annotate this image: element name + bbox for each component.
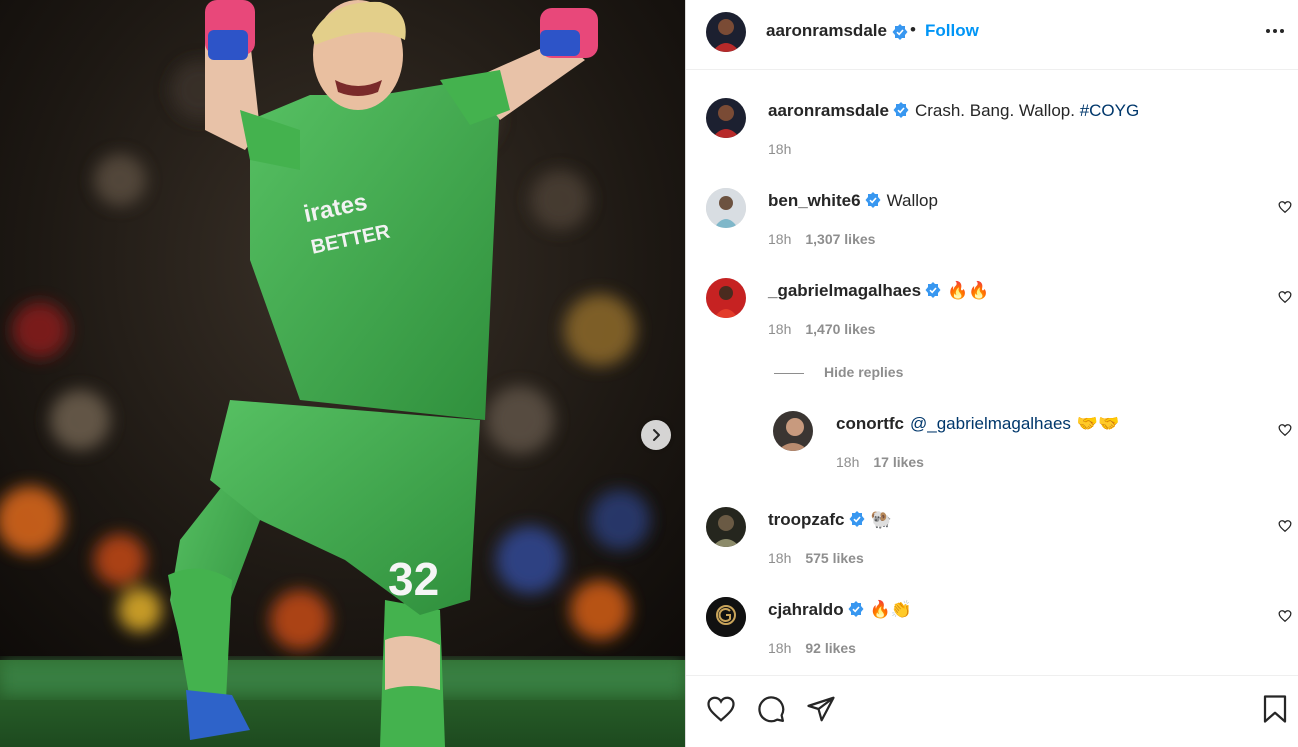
commenter-avatar[interactable]	[706, 188, 746, 228]
verified-badge-icon	[848, 601, 864, 617]
comments-list[interactable]: aaronramsdale Crash. Bang. Wallop. #COYG …	[686, 70, 1298, 675]
comment-likes[interactable]: 575 likes	[805, 550, 863, 566]
like-comment-button[interactable]	[1278, 200, 1292, 219]
replies-line	[774, 372, 804, 374]
like-comment-button[interactable]	[1278, 609, 1292, 628]
comment-text: 🐏	[870, 510, 892, 529]
like-post-button[interactable]	[706, 694, 736, 729]
comment-icon	[758, 696, 785, 723]
comment-username[interactable]: cjahraldo	[768, 600, 844, 619]
comment-text: 🔥🔥	[947, 281, 990, 300]
follow-button[interactable]: Follow	[925, 21, 979, 41]
comment-username[interactable]: ben_white6	[768, 191, 861, 210]
chevron-right-icon	[653, 429, 660, 441]
author-avatar[interactable]	[706, 98, 746, 138]
comment-likes[interactable]: 92 likes	[805, 640, 856, 656]
commenter-avatar[interactable]	[706, 278, 746, 318]
verified-badge-icon	[893, 102, 909, 118]
header-separator: •	[910, 20, 916, 39]
commenter-avatar[interactable]	[706, 597, 746, 637]
like-reply-button[interactable]	[1278, 423, 1292, 442]
post-header: aaronramsdale • Follow	[686, 0, 1298, 70]
share-icon	[807, 696, 835, 722]
comment-likes[interactable]: 1,470 likes	[805, 321, 875, 337]
share-button[interactable]	[806, 694, 836, 729]
comment-username[interactable]: troopzafc	[768, 510, 845, 529]
author-username[interactable]: aaronramsdale	[766, 21, 887, 41]
heart-icon	[1278, 201, 1292, 214]
goalkeeper-celebration-image: irates BETTER 32	[0, 0, 685, 747]
post-side-panel: aaronramsdale • Follow aaronramsdale Cras…	[686, 0, 1298, 747]
commenter-avatar[interactable]	[706, 507, 746, 547]
save-button[interactable]	[1262, 694, 1288, 729]
reply-username[interactable]: conortfc	[836, 414, 904, 433]
comment-meta: 18h 92 likes	[768, 640, 856, 656]
verified-badge-icon	[925, 282, 941, 298]
bookmark-icon	[1263, 695, 1287, 723]
verified-badge-icon	[865, 192, 881, 208]
reply-meta: 18h 17 likes	[836, 454, 924, 470]
comment-username[interactable]: _gabrielmagalhaes	[768, 281, 921, 300]
verified-badge-icon	[849, 511, 864, 527]
post-photo[interactable]: irates BETTER 32	[0, 0, 685, 747]
reply-likes[interactable]: 17 likes	[873, 454, 924, 470]
comment-meta: 18h 1,470 likes	[768, 321, 876, 337]
author-avatar[interactable]	[706, 12, 746, 52]
heart-icon	[1278, 424, 1292, 437]
like-comment-button[interactable]	[1278, 519, 1292, 538]
comment-meta: 18h 575 likes	[768, 550, 864, 566]
reply-text: 🤝🤝	[1076, 414, 1120, 433]
more-options-icon	[1266, 29, 1284, 33]
jersey-number: 32	[388, 553, 439, 605]
comment-text: Wallop	[886, 191, 938, 210]
comment-meta: 18h 1,307 likes	[768, 231, 876, 247]
caption-username[interactable]: aaronramsdale	[768, 101, 889, 120]
caption-hashtag[interactable]: #COYG	[1080, 101, 1140, 120]
post-actions-bar	[686, 675, 1298, 747]
next-photo-button[interactable]	[641, 420, 671, 450]
replier-avatar[interactable]	[773, 411, 813, 451]
heart-icon	[1278, 520, 1292, 533]
comment-button[interactable]	[756, 694, 786, 729]
comment-text: 🔥👏	[869, 600, 912, 619]
reply-mention[interactable]: @_gabrielmagalhaes	[910, 414, 1071, 433]
caption-time: 18h	[768, 141, 792, 157]
hide-replies-button[interactable]: Hide replies	[774, 364, 903, 380]
like-comment-button[interactable]	[1278, 290, 1292, 309]
heart-icon	[1278, 610, 1292, 623]
heart-icon	[1278, 291, 1292, 304]
comment-likes[interactable]: 1,307 likes	[805, 231, 875, 247]
caption-text: Crash. Bang. Wallop.	[914, 101, 1075, 120]
heart-icon	[707, 696, 735, 722]
verified-badge-icon	[892, 24, 908, 40]
more-options-button[interactable]	[1264, 20, 1286, 47]
